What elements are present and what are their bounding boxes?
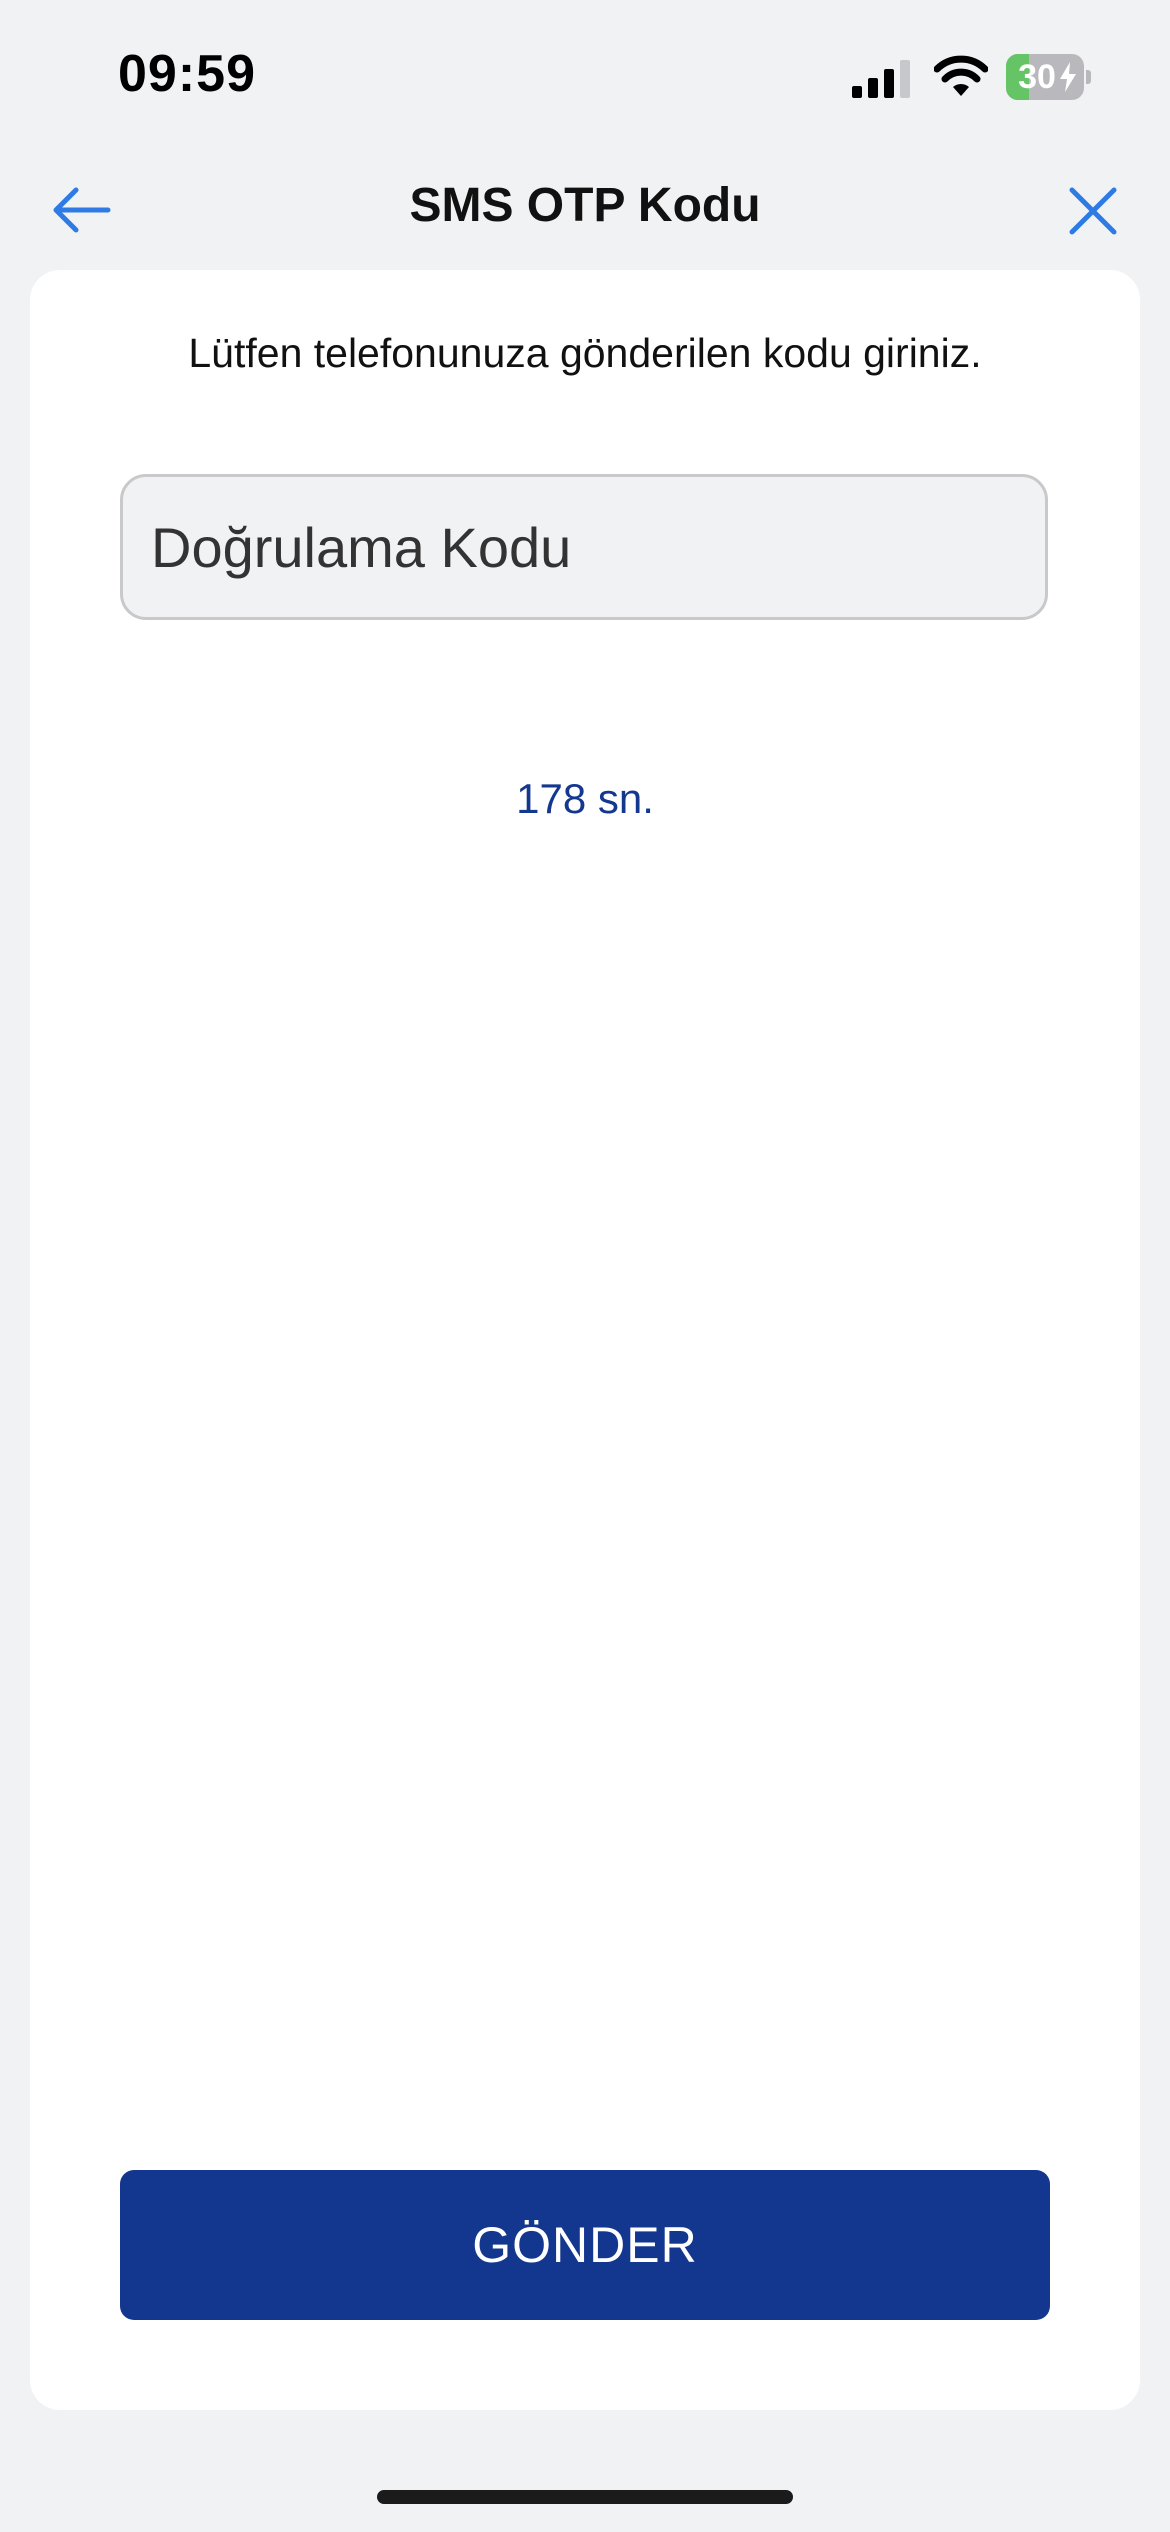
otp-card: Lütfen telefonunuza gönderilen kodu giri… — [30, 270, 1140, 2410]
battery-icon: 30 — [1006, 54, 1091, 100]
countdown-timer: 178 sn. — [516, 775, 654, 822]
status-time: 09:59 — [118, 45, 256, 103]
verification-code-input[interactable] — [120, 474, 1048, 620]
page-title: SMS OTP Kodu — [409, 179, 761, 232]
wifi-icon — [934, 55, 988, 96]
battery-cap — [1086, 70, 1091, 84]
submit-button[interactable]: GÖNDER — [120, 2170, 1050, 2320]
close-icon[interactable] — [1060, 178, 1126, 244]
back-arrow-icon[interactable] — [46, 180, 116, 240]
battery-body: 30 — [1006, 54, 1084, 100]
instruction-text: Lütfen telefonunuza gönderilen kodu giri… — [188, 330, 982, 376]
signal-icon — [852, 60, 910, 98]
nav-bar: SMS OTP Kodu — [0, 150, 1170, 270]
status-bar: 09:59 30 — [0, 0, 1170, 150]
home-indicator[interactable] — [377, 2490, 793, 2504]
charging-bolt-icon — [1060, 62, 1076, 92]
